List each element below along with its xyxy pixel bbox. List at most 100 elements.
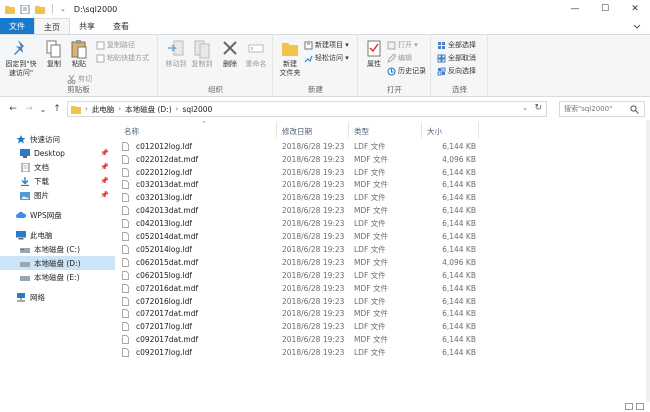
recent-locations-button[interactable]: ⌄ — [36, 103, 50, 115]
maximize-button[interactable]: ☐ — [590, 0, 620, 18]
tab-file[interactable]: 文件 — [0, 18, 34, 34]
breadcrumb-separator: › — [118, 105, 122, 113]
details-view-icon[interactable] — [625, 403, 633, 410]
properties-button[interactable]: 属性 — [359, 38, 389, 69]
file-type: LDF 文件 — [354, 322, 386, 332]
history-button[interactable]: 历史记录 — [387, 65, 426, 77]
copy-icon — [46, 40, 61, 58]
breadcrumb-this-pc[interactable]: 此电脑 — [92, 104, 115, 115]
nav-this-pc[interactable]: 此电脑 — [0, 228, 115, 242]
column-divider[interactable] — [348, 122, 349, 138]
open-button[interactable]: 打开 ▾ — [387, 39, 418, 51]
rename-button[interactable]: 重命名 — [241, 38, 271, 69]
file-size: 6,144 KB — [442, 309, 476, 319]
pin-quick-access-button[interactable]: 固定到"快 速访问" — [3, 38, 39, 78]
history-label: 历史记录 — [398, 67, 426, 75]
select-none-icon — [437, 54, 446, 62]
new-folder-button[interactable]: 新建 文件夹 — [275, 38, 305, 78]
tab-view[interactable]: 查看 — [104, 18, 138, 34]
nav-desktop[interactable]: Desktop 📌 — [0, 146, 115, 160]
file-row[interactable]: c052014log.ldf 2018/6/28 19:23 LDF 文件 6,144… — [122, 243, 476, 256]
file-type: LDF 文件 — [354, 141, 386, 151]
address-bar[interactable]: › 此电脑 › 本地磁盘 (D:) › sql2000 ⌄ ↻ — [67, 101, 547, 117]
file-row[interactable]: c022012log.ldf 2018/6/28 19:23 LDF 文件 6,144… — [122, 166, 476, 179]
copy-to-button[interactable]: 复制到 — [187, 38, 217, 69]
easy-access-label: 轻松访问 ▾ — [315, 54, 349, 62]
minimize-button[interactable]: — — [560, 0, 590, 18]
file-list: ⌃ 名称 修改日期 类型 大小 c012012log.ldf 2018/6/28 … — [116, 120, 646, 402]
column-header-type[interactable]: 类型 — [354, 124, 369, 138]
column-header-size[interactable]: 大小 — [427, 124, 442, 138]
file-name: c072016dat.mdf — [136, 283, 199, 293]
close-button[interactable]: ✕ — [620, 0, 650, 18]
file-size: 6,144 KB — [442, 232, 476, 242]
new-item-button[interactable]: 新建项目 ▾ — [304, 39, 349, 51]
nav-documents[interactable]: 文档 📌 — [0, 160, 115, 174]
customize-qa-icon[interactable]: ⌄ — [60, 5, 66, 13]
nav-drive-d[interactable]: 本地磁盘 (D:) — [0, 256, 115, 270]
vertical-scrollbar[interactable] — [646, 120, 650, 402]
invert-selection-label: 反向选择 — [448, 67, 476, 75]
nav-wps-cloud[interactable]: WPS网盘 — [0, 208, 115, 222]
select-all-button[interactable]: 全部选择 — [437, 39, 476, 51]
properties-icon[interactable] — [20, 4, 30, 14]
history-icon — [387, 67, 396, 75]
file-row[interactable]: c042013log.ldf 2018/6/28 19:23 LDF 文件 6,144… — [122, 217, 476, 230]
breadcrumb-sql2000[interactable]: sql2000 — [182, 105, 212, 114]
open-label: 打开 ▾ — [398, 41, 418, 49]
move-to-icon — [168, 40, 184, 56]
copy-path-button[interactable]: 复制路径 — [96, 39, 135, 51]
nav-quick-access[interactable]: 快速访问 — [0, 132, 115, 146]
refresh-icon[interactable]: ↻ — [534, 103, 542, 113]
paste-shortcut-icon — [96, 54, 105, 62]
paste-button[interactable]: 粘贴 — [64, 38, 94, 69]
up-button[interactable]: ↑ — [50, 103, 64, 115]
folder-icon — [5, 5, 15, 14]
file-name: c032013log.ldf — [136, 193, 193, 203]
file-row[interactable]: c022012dat.mdf 2018/6/28 19:23 MDF 文件 4,096… — [122, 153, 476, 166]
window-controls: — ☐ ✕ — [560, 0, 650, 18]
nav-drive-e[interactable]: 本地磁盘 (E:) — [0, 270, 115, 284]
file-row[interactable]: c032013log.ldf 2018/6/28 19:23 LDF 文件 6,144… — [122, 192, 476, 205]
column-divider[interactable] — [421, 122, 422, 138]
file-row[interactable]: c062015dat.mdf 2018/6/28 19:23 MDF 文件 4,096… — [122, 256, 476, 269]
nav-drive-c[interactable]: 本地磁盘 (C:) — [0, 242, 115, 256]
file-row[interactable]: c072017dat.mdf 2018/6/28 19:23 MDF 文件 6,144… — [122, 308, 476, 321]
ribbon-tabs: 文件 主页 共享 查看 — [0, 18, 650, 35]
file-row[interactable]: c062015log.ldf 2018/6/28 19:23 LDF 文件 6,144… — [122, 269, 476, 282]
tab-share[interactable]: 共享 — [70, 18, 104, 34]
file-row[interactable]: c092017log.ldf 2018/6/28 19:23 LDF 文件 6,144… — [122, 346, 476, 359]
select-none-button[interactable]: 全部取消 — [437, 52, 476, 64]
large-icons-view-icon[interactable] — [636, 403, 644, 410]
pin-icon: 📌 — [100, 177, 109, 185]
paste-shortcut-button[interactable]: 粘贴快捷方式 — [96, 52, 149, 64]
file-row[interactable]: c092017dat.mdf 2018/6/28 19:23 MDF 文件 6,144… — [122, 334, 476, 347]
expand-ribbon-icon[interactable] — [632, 21, 642, 31]
file-row[interactable]: c012012log.ldf 2018/6/28 19:23 LDF 文件 6,144… — [122, 140, 476, 153]
search-box[interactable]: 搜索"sql2000" — [559, 101, 645, 117]
file-row[interactable]: c052014dat.mdf 2018/6/28 19:23 MDF 文件 6,144… — [122, 230, 476, 243]
column-divider[interactable] — [478, 122, 479, 138]
tab-home[interactable]: 主页 — [34, 18, 70, 35]
file-row[interactable]: c042013dat.mdf 2018/6/28 19:23 MDF 文件 6,144… — [122, 205, 476, 218]
nav-pictures[interactable]: 图片 📌 — [0, 188, 115, 202]
new-folder-icon[interactable] — [35, 5, 45, 14]
file-icon — [122, 167, 129, 177]
column-divider[interactable] — [276, 122, 277, 138]
easy-access-button[interactable]: 轻松访问 ▾ — [304, 52, 349, 64]
file-type: MDF 文件 — [354, 309, 388, 319]
file-row[interactable]: c072016dat.mdf 2018/6/28 19:23 MDF 文件 6,144… — [122, 282, 476, 295]
file-row[interactable]: c072017log.ldf 2018/6/28 19:23 LDF 文件 6,144… — [122, 321, 476, 334]
file-row[interactable]: c072016log.ldf 2018/6/28 19:23 LDF 文件 6,144… — [122, 295, 476, 308]
column-header-name[interactable]: 名称 — [124, 124, 139, 138]
address-dropdown-icon[interactable]: ⌄ — [522, 104, 528, 112]
back-button[interactable]: ← — [6, 103, 20, 115]
nav-network[interactable]: 网络 — [0, 290, 115, 304]
file-row[interactable]: c032013dat.mdf 2018/6/28 19:23 MDF 文件 6,144… — [122, 179, 476, 192]
forward-button[interactable]: → — [22, 103, 36, 115]
nav-downloads[interactable]: 下载 📌 — [0, 174, 115, 188]
invert-selection-button[interactable]: 反向选择 — [437, 65, 476, 77]
breadcrumb-drive-d[interactable]: 本地磁盘 (D:) — [125, 104, 172, 115]
column-header-date[interactable]: 修改日期 — [282, 124, 312, 138]
edit-button[interactable]: 编辑 — [387, 52, 412, 64]
